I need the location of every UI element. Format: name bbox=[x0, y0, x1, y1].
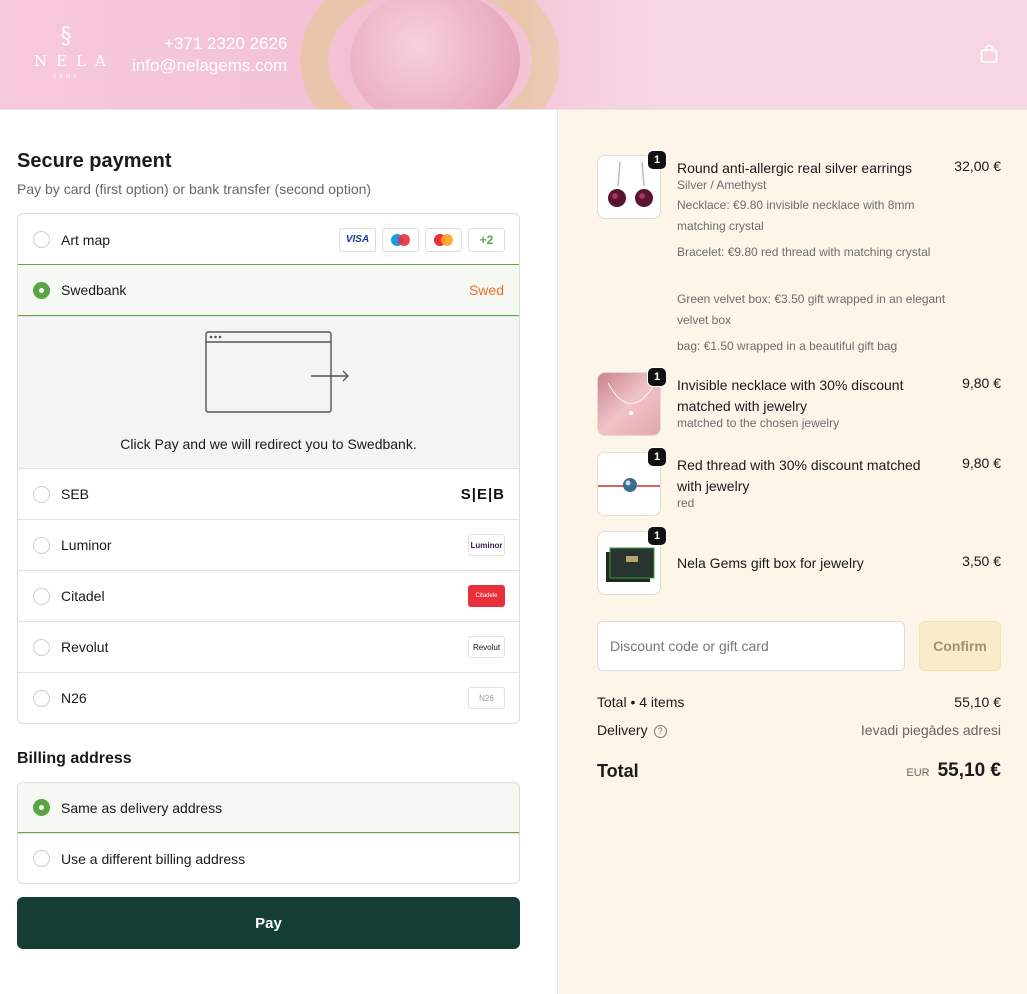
mastercard-icon bbox=[425, 227, 462, 252]
item-variant: red bbox=[677, 496, 695, 510]
swedbank-logo: Swed bbox=[468, 282, 504, 298]
logo-sub: GEMS bbox=[52, 74, 80, 80]
radio-art-map[interactable] bbox=[33, 231, 50, 248]
radio-swedbank[interactable] bbox=[33, 281, 50, 299]
quantity-badge: 1 bbox=[647, 367, 667, 387]
option-label: Luminor bbox=[61, 537, 112, 553]
subtotal-label: Total • 4 items bbox=[597, 694, 685, 710]
item-name: Invisible necklace with 30% discount mat… bbox=[677, 377, 904, 414]
subtotal-row: Total • 4 items 55,10 € bbox=[597, 694, 1001, 710]
item-price: 32,00 € bbox=[954, 158, 1001, 174]
radio-revolut[interactable] bbox=[33, 638, 50, 656]
delivery-label: Delivery bbox=[597, 722, 648, 738]
item-price: 9,80 € bbox=[962, 455, 1001, 471]
contact-phone[interactable]: +371 2320 2626 bbox=[132, 33, 287, 55]
page-header: § NELA GEMS +371 2320 2626 info@nelagems… bbox=[0, 0, 1027, 110]
delivery-row: Delivery? Ievadi piegādes adresi bbox=[597, 722, 1001, 738]
currency-code: EUR bbox=[906, 767, 930, 779]
total-value: 55,10 € bbox=[937, 760, 1001, 781]
checkout-payment-section: Secure payment Pay by card (first option… bbox=[0, 110, 558, 994]
total-row: Total EUR 55,10 € bbox=[597, 760, 1001, 782]
payment-option-luminor[interactable]: Luminor Luminor bbox=[18, 519, 519, 570]
item-name: Nela Gems gift box for jewelry bbox=[677, 555, 864, 571]
radio-billing-same[interactable] bbox=[33, 799, 50, 816]
maestro-icon bbox=[382, 227, 419, 252]
payment-option-seb[interactable]: SEB S|E|B bbox=[18, 468, 519, 519]
header-gem-image bbox=[350, 0, 520, 109]
item-addon: bag: €1.50 wrapped in a beautiful gift b… bbox=[677, 339, 898, 353]
seb-logo: S|E|B bbox=[460, 485, 505, 503]
item-addon: Bracelet: €9.80 red thread with matching… bbox=[677, 245, 931, 259]
option-label: Same as delivery address bbox=[61, 799, 223, 816]
logo-word: NELA bbox=[34, 52, 115, 70]
contact-email[interactable]: info@nelagems.com bbox=[132, 55, 287, 77]
redirect-text: Click Pay and we will redirect you to Sw… bbox=[120, 436, 417, 452]
card-logos: VISA +2 bbox=[339, 227, 505, 252]
delivery-value: Ievadi piegādes adresi bbox=[860, 722, 1001, 738]
item-addon: Necklace: €9.80 invisible necklace with … bbox=[677, 198, 915, 233]
option-label: Citadel bbox=[61, 588, 105, 604]
quantity-badge: 1 bbox=[647, 447, 667, 467]
option-label: SEB bbox=[61, 486, 90, 502]
help-icon[interactable]: ? bbox=[653, 724, 667, 738]
payment-option-revolut[interactable]: Revolut Revolut bbox=[18, 621, 519, 672]
option-label: N26 bbox=[61, 690, 87, 706]
order-summary: 1 Round anti-allergic real silver earrin… bbox=[559, 110, 1027, 994]
item-price: 3,50 € bbox=[962, 553, 1001, 569]
billing-options: Same as delivery address Use a different… bbox=[17, 782, 520, 884]
shopping-bag-icon[interactable] bbox=[979, 44, 999, 64]
n26-logo: N26 bbox=[468, 687, 505, 709]
option-label: Use a different billing address bbox=[61, 850, 246, 867]
item-variant: Silver / Amethyst bbox=[677, 178, 767, 192]
logo[interactable]: § NELA GEMS bbox=[26, 26, 106, 82]
item-variant: matched to the chosen jewelry bbox=[677, 416, 840, 430]
item-price: 9,80 € bbox=[962, 375, 1001, 391]
subtotal-value: 55,10 € bbox=[954, 694, 1001, 710]
radio-citadel[interactable] bbox=[33, 587, 50, 605]
confirm-discount-button[interactable]: Confirm bbox=[919, 621, 1001, 671]
total-label: Total bbox=[597, 760, 639, 781]
more-cards-badge: +2 bbox=[468, 227, 505, 252]
billing-same-option[interactable]: Same as delivery address bbox=[18, 783, 519, 833]
luminor-logo: Luminor bbox=[468, 534, 505, 556]
quantity-badge: 1 bbox=[647, 526, 667, 546]
radio-n26[interactable] bbox=[33, 689, 50, 707]
pay-button[interactable]: Pay bbox=[17, 897, 520, 949]
payment-option-swedbank[interactable]: Swedbank Swed bbox=[18, 264, 519, 316]
payment-option-citadel[interactable]: Citadel Citadele bbox=[18, 570, 519, 621]
revolut-logo: Revolut bbox=[468, 636, 505, 658]
contact-info: +371 2320 2626 info@nelagems.com bbox=[132, 33, 287, 77]
item-addon: Green velvet box: €3.50 gift wrapped in … bbox=[677, 292, 946, 327]
payment-option-art-map[interactable]: Art map VISA +2 bbox=[18, 214, 519, 265]
logo-mark: § bbox=[60, 24, 72, 49]
option-label: Revolut bbox=[61, 639, 109, 655]
citadele-logo: Citadele bbox=[468, 585, 505, 607]
item-name: Red thread with 30% discount matched wit… bbox=[677, 457, 921, 494]
payment-option-n26[interactable]: N26 N26 bbox=[18, 672, 519, 723]
item-name: Round anti-allergic real silver earrings bbox=[677, 160, 912, 176]
payment-methods: Art map VISA +2 Swedbank Swed Click Pay … bbox=[17, 213, 520, 724]
quantity-badge: 1 bbox=[647, 150, 667, 170]
discount-code-input[interactable] bbox=[597, 621, 905, 671]
radio-billing-different[interactable] bbox=[33, 850, 50, 867]
visa-icon: VISA bbox=[339, 227, 376, 252]
browser-redirect-icon bbox=[205, 331, 349, 413]
option-label: Swedbank bbox=[61, 282, 127, 298]
billing-different-option[interactable]: Use a different billing address bbox=[18, 833, 519, 883]
radio-luminor[interactable] bbox=[33, 536, 50, 554]
redirect-info-panel: Click Pay and we will redirect you to Sw… bbox=[18, 316, 519, 468]
radio-seb[interactable] bbox=[33, 485, 50, 503]
billing-title: Billing address bbox=[17, 750, 132, 767]
option-label: Art map bbox=[61, 231, 111, 248]
payment-title: Secure payment bbox=[17, 150, 172, 172]
payment-subtitle: Pay by card (first option) or bank trans… bbox=[17, 181, 372, 197]
